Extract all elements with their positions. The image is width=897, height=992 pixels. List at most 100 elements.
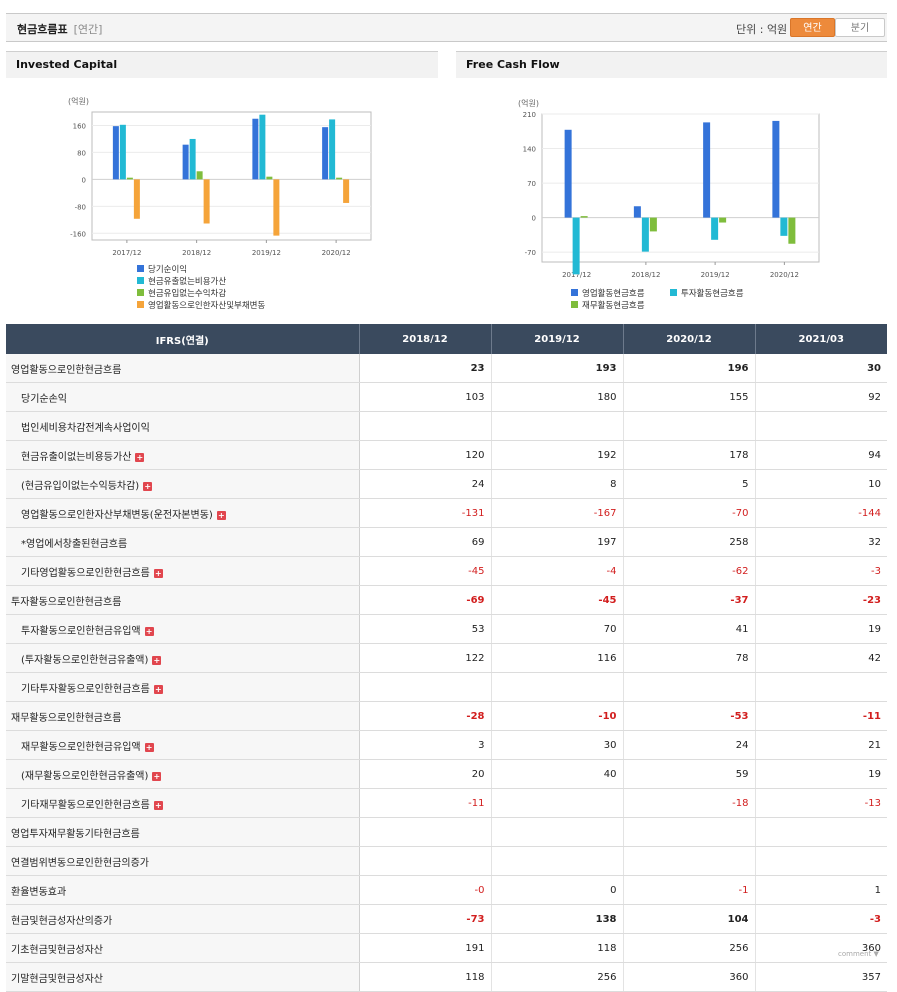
- expand-plus-icon[interactable]: +: [135, 452, 145, 462]
- table-cell: -11: [755, 701, 887, 731]
- table-row: 재무활동으로인한현금흐름 -28 -10 -53 -11: [6, 701, 887, 731]
- table-cell: 30: [491, 730, 624, 760]
- y-axis-unit: (억원): [68, 96, 89, 106]
- y-tick-label: -160: [70, 230, 86, 238]
- expand-plus-icon[interactable]: +: [153, 800, 163, 810]
- legend-swatch: [137, 265, 144, 272]
- row-label: 법인세비용차감전계속사업이익: [6, 411, 360, 441]
- table-cell: -0: [359, 875, 492, 905]
- y-tick-label: 0: [532, 215, 536, 223]
- comment-toggle[interactable]: comment ▼: [838, 950, 879, 958]
- row-label: 환율변동효과: [6, 875, 360, 905]
- bar: [329, 119, 336, 180]
- free-cash-flow-chart: (억원)210140700-702017/12 2018/12 2019/12 202…: [518, 98, 820, 311]
- bar: [259, 114, 266, 180]
- table-cell: 1: [755, 875, 887, 905]
- row-label-text: 영업활동으로인한자산부채변동(운전자본변동): [21, 509, 213, 521]
- row-label-text: 기타투자활동으로인한현금흐름: [21, 683, 150, 695]
- annual-toggle-button[interactable]: 연간: [790, 18, 835, 37]
- table-cell: -1: [623, 875, 756, 905]
- row-label-text: 법인세비용차감전계속사업이익: [21, 422, 150, 434]
- bar: [336, 177, 343, 180]
- bar: [112, 126, 119, 180]
- expand-plus-icon[interactable]: +: [152, 771, 162, 781]
- table-cell: 21: [755, 730, 887, 760]
- bar: [564, 129, 572, 218]
- expand-plus-icon[interactable]: +: [216, 510, 226, 520]
- table-row: *영업에서창출된현금흐름 69 197 258 32: [6, 527, 887, 557]
- bar: [719, 217, 727, 223]
- table-cell: [491, 672, 624, 702]
- table-row: (재무활동으로인한현금유출액) +20 40 59 19: [6, 759, 887, 789]
- row-label-text: 기타재무활동으로인한현금흐름: [21, 799, 150, 811]
- table-cell: -3: [755, 556, 887, 586]
- row-label-text: 기말현금및현금성자산: [11, 973, 103, 985]
- bar: [580, 216, 588, 218]
- table-cell: [491, 411, 624, 441]
- invested-capital-panel: Invested Capital (억원) 160 80 0 -80 -160 2017/1…: [6, 51, 438, 323]
- table-row: 영업활동으로인한현금흐름 23 193 196 30: [6, 354, 887, 383]
- y-tick-label: 210: [523, 111, 536, 119]
- bar: [343, 179, 350, 203]
- table-cell: 24: [359, 469, 492, 499]
- table-cell: [359, 846, 492, 876]
- row-label-text: (투자활동으로인한현금유출액): [21, 654, 149, 666]
- table-cell: 30: [755, 354, 887, 383]
- x-tick-label: 2020/12: [770, 271, 799, 279]
- table-cell: -62: [623, 556, 756, 586]
- legend-swatch: [137, 301, 144, 308]
- table-cell: -28: [359, 701, 492, 731]
- expand-plus-icon[interactable]: +: [144, 626, 154, 636]
- table-cell: 197: [491, 527, 624, 557]
- table-cell: [359, 672, 492, 702]
- bar: [182, 144, 189, 180]
- table-cell: [623, 411, 756, 441]
- table-cell: [491, 817, 624, 847]
- free-cash-flow-panel: Free Cash Flow (억원) 210 140 70 0 -70 2017/12 20…: [456, 51, 887, 323]
- legend-label: 투자활동현금흐름: [681, 288, 744, 299]
- expand-plus-icon[interactable]: +: [144, 742, 154, 752]
- row-label: 현금및현금성자산의증가: [6, 904, 360, 934]
- table-cell: 180: [491, 382, 624, 412]
- column-header: 2020/12: [623, 324, 756, 354]
- table-row: 기타영업활동으로인한현금흐름 + -45 -4 -62 -3: [6, 556, 887, 586]
- column-header: 2019/12: [491, 324, 624, 354]
- table-row: 기말현금및현금성자산 118 256 360 357: [6, 962, 887, 992]
- row-label: 투자활동으로인한현금유입액 +: [6, 614, 360, 644]
- legend-swatch: [137, 289, 144, 296]
- report-header: 현금흐름표 [연간] 단위 : 억원 연간 분기: [6, 13, 887, 42]
- table-row: 재무활동으로인한현금유입액 +3 30 24 21: [6, 730, 887, 760]
- row-label: *영업에서창출된현금흐름: [6, 527, 360, 557]
- row-label: 투자활동으로인한현금흐름: [6, 585, 360, 615]
- table-cell: 360: [623, 962, 756, 992]
- expand-plus-icon[interactable]: +: [152, 655, 162, 665]
- table-row: (현금유입이없는수익등차감) +24 8 5 10: [6, 469, 887, 499]
- row-label-text: 기초현금및현금성자산: [11, 944, 103, 956]
- column-header: 2018/12: [359, 324, 492, 354]
- row-label: 재무활동으로인한현금유입액 +: [6, 730, 360, 760]
- x-tick-label: 2020/12: [322, 249, 351, 257]
- bar: [641, 217, 649, 252]
- legend-label: 현금유입없는수익차감: [148, 288, 226, 299]
- quarter-toggle-button[interactable]: 분기: [835, 18, 885, 37]
- table-row: 법인세비용차감전계속사업이익: [6, 411, 887, 441]
- legend-swatch: [571, 301, 578, 308]
- row-label-text: 현금및현금성자산의증가: [11, 915, 113, 927]
- table-cell: -18: [623, 788, 756, 818]
- table-cell: [491, 846, 624, 876]
- table-cell: 69: [359, 527, 492, 557]
- table-cell: -4: [491, 556, 624, 586]
- table-cell: 42: [755, 643, 887, 673]
- table-cell: -167: [491, 498, 624, 528]
- table-cell: -69: [359, 585, 492, 615]
- expand-plus-icon[interactable]: +: [153, 684, 163, 694]
- bar: [119, 124, 126, 180]
- table-cell: [755, 817, 887, 847]
- expand-plus-icon[interactable]: +: [153, 568, 163, 578]
- x-tick-label: 2017/12: [112, 249, 141, 257]
- row-label-text: 투자활동으로인한현금흐름: [11, 596, 122, 608]
- x-tick-label: 2018/12: [182, 249, 211, 257]
- expand-plus-icon[interactable]: +: [143, 481, 153, 491]
- bar: [126, 177, 133, 180]
- table-cell: 41: [623, 614, 756, 644]
